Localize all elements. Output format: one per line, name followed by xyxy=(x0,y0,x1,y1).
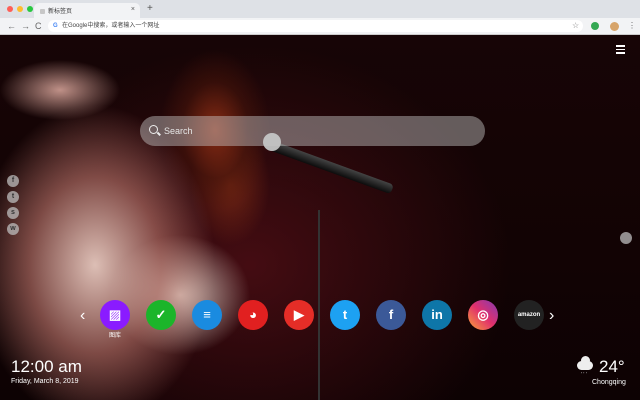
amazon-icon[interactable]: amazon xyxy=(514,300,544,330)
browser-toolbar: ← → C G 在Google中搜索，或者输入一个网址 ☆ ⋮ xyxy=(0,18,640,35)
browser-chrome: 新标签页 × + ← → C G 在Google中搜索，或者输入一个网址 ☆ ⋮ xyxy=(0,0,640,35)
speed-dial: ▨ 图库 ✓ ≡ ◕ ▶ t f in ◎ amazon xyxy=(100,300,544,339)
background-microphone xyxy=(268,140,394,195)
notification-bell-icon[interactable] xyxy=(620,232,632,244)
tab-favicon-icon xyxy=(40,9,45,14)
tab-new-tab[interactable]: 新标签页 × xyxy=(34,3,140,18)
reload-icon[interactable]: C xyxy=(35,21,42,31)
clock-date: Friday, March 8, 2019 xyxy=(11,378,79,385)
game-icon[interactable]: ◕ xyxy=(238,300,268,330)
window-controls xyxy=(7,6,33,12)
news-icon[interactable]: ≡ xyxy=(192,300,222,330)
address-bar[interactable]: G 在Google中搜索，或者输入一个网址 xyxy=(48,20,583,32)
wechat-icon[interactable]: w xyxy=(7,223,19,235)
maximize-window-button[interactable] xyxy=(27,6,33,12)
clock-time: 12:00 am xyxy=(11,357,82,376)
linkedin-icon[interactable]: in xyxy=(422,300,452,330)
new-tab-page: Search f t s w ‹ ▨ 图库 ✓ ≡ ◕ ▶ t f in ◎ am… xyxy=(0,35,640,400)
weather-city: Chongqing xyxy=(592,379,626,386)
facebook-icon[interactable]: f xyxy=(376,300,406,330)
twitter-icon[interactable]: t xyxy=(7,191,19,203)
snapchat-icon[interactable]: s xyxy=(7,207,19,219)
cloud-rain-icon xyxy=(577,356,593,370)
extension-icon[interactable] xyxy=(591,22,599,30)
rain-drops: ' ' ' xyxy=(581,372,587,378)
menu-icon[interactable] xyxy=(616,45,625,56)
youtube-icon[interactable]: ▶ xyxy=(284,300,314,330)
tab-strip: 新标签页 × + xyxy=(0,0,640,18)
bookmark-star-icon[interactable]: ☆ xyxy=(572,20,579,32)
search-placeholder: Search xyxy=(164,126,193,136)
instagram-icon[interactable]: ◎ xyxy=(468,300,498,330)
prev-arrow-icon[interactable]: ‹ xyxy=(80,308,85,324)
tab-close-icon[interactable]: × xyxy=(131,6,135,13)
close-window-button[interactable] xyxy=(7,6,13,12)
social-share-bar: f t s w xyxy=(7,175,19,235)
browser-menu-icon[interactable]: ⋮ xyxy=(628,21,636,31)
forward-arrow-icon[interactable]: → xyxy=(21,21,30,31)
gallery-icon[interactable]: ▨ 图库 xyxy=(100,300,130,339)
address-placeholder: 在Google中搜索，或者输入一个网址 xyxy=(62,23,160,29)
profile-avatar[interactable] xyxy=(610,22,619,31)
google-icon: G xyxy=(53,23,58,29)
search-icon xyxy=(149,125,158,134)
clock-widget: 12:00 am Friday, March 8, 2019 xyxy=(11,357,82,387)
weather-temp: 24° xyxy=(599,357,625,376)
facebook-icon[interactable]: f xyxy=(7,175,19,187)
speed-dial-label: 图库 xyxy=(108,333,121,339)
twitter-icon[interactable]: t xyxy=(330,300,360,330)
next-arrow-icon[interactable]: › xyxy=(549,308,554,324)
new-tab-button[interactable]: + xyxy=(147,4,153,14)
check-icon[interactable]: ✓ xyxy=(146,300,176,330)
search-bar[interactable]: Search xyxy=(140,116,485,146)
tab-title: 新标签页 xyxy=(48,9,73,15)
minimize-window-button[interactable] xyxy=(17,6,23,12)
back-arrow-icon[interactable]: ← xyxy=(7,21,16,31)
